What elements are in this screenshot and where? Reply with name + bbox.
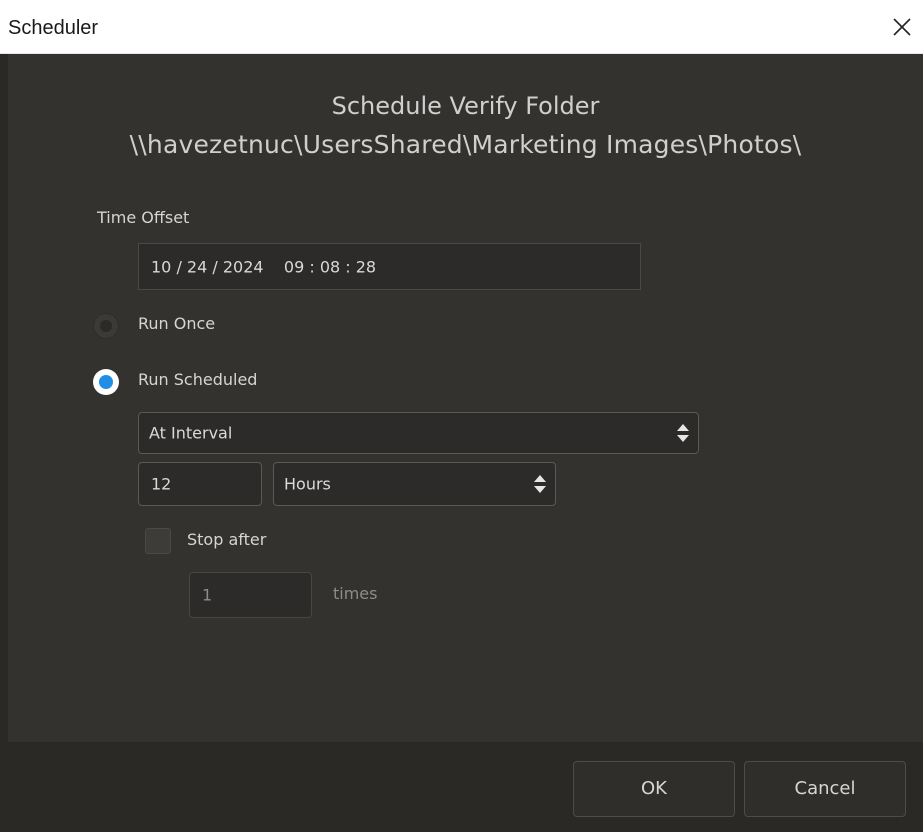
schedule-type-value: At Interval: [149, 423, 233, 443]
time-offset-label: Time Offset: [97, 208, 190, 227]
interval-value: 12: [151, 474, 172, 494]
window-edge: [0, 54, 8, 832]
stop-after-label: Stop after: [187, 530, 267, 549]
dialog-content: Schedule Verify Folder \\havezetnuc\User…: [8, 54, 923, 742]
up-down-arrows-icon: [534, 475, 546, 493]
close-button[interactable]: [889, 14, 915, 40]
up-down-arrows-icon: [677, 424, 689, 442]
stop-after-count-value: 1: [202, 585, 213, 605]
interval-unit-select[interactable]: Hours: [273, 462, 556, 506]
times-label: times: [333, 584, 378, 603]
schedule-type-select[interactable]: At Interval: [138, 412, 699, 454]
time-offset-value: 10 / 24 / 2024 09 : 08 : 28: [151, 257, 377, 276]
run-once-radio[interactable]: [93, 313, 119, 339]
dialog-footer: OK Cancel: [8, 742, 923, 832]
title-bar: Scheduler: [0, 0, 923, 54]
run-once-label: Run Once: [138, 314, 216, 333]
window-title: Scheduler: [8, 17, 99, 39]
run-scheduled-label: Run Scheduled: [138, 370, 258, 389]
interval-unit-value: Hours: [284, 474, 331, 494]
interval-input[interactable]: 12: [138, 462, 262, 506]
run-scheduled-radio[interactable]: [93, 369, 119, 395]
ok-button[interactable]: OK: [573, 761, 735, 817]
stop-after-checkbox[interactable]: [145, 528, 171, 554]
close-icon: [893, 18, 911, 36]
folder-path: \\havezetnuc\UsersShared\Marketing Image…: [129, 130, 802, 159]
dialog-heading: Schedule Verify Folder: [331, 92, 600, 120]
stop-after-count-input[interactable]: 1: [189, 572, 312, 618]
scheduler-window: Scheduler Schedule Verify Folder \\havez…: [0, 0, 923, 832]
time-offset-input[interactable]: 10 / 24 / 2024 09 : 08 : 28: [138, 243, 641, 290]
cancel-button[interactable]: Cancel: [744, 761, 906, 817]
